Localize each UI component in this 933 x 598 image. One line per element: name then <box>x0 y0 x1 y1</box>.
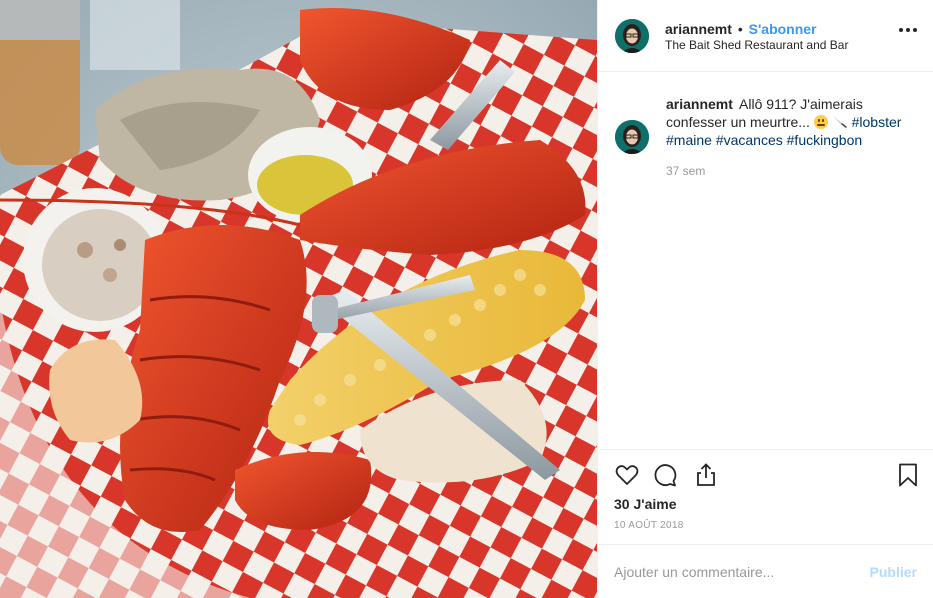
avatar[interactable] <box>615 19 649 53</box>
location-link[interactable]: The Bait Shed Restaurant and Bar <box>665 38 848 53</box>
header-username[interactable]: ariannemt <box>665 21 732 37</box>
kitchen-knife-emoji <box>832 116 847 128</box>
more-horizontal-icon[interactable] <box>899 28 917 34</box>
follow-button[interactable]: S'abonner <box>749 21 817 37</box>
comment-icon[interactable] <box>652 462 678 488</box>
add-comment-section: Publier <box>598 544 933 598</box>
caption-timestamp[interactable]: 37 sem <box>666 164 705 178</box>
post-photo[interactable] <box>0 0 597 598</box>
caption-avatar[interactable] <box>615 120 649 154</box>
caption-username[interactable]: ariannemt <box>666 96 733 112</box>
comment-input[interactable] <box>614 562 854 582</box>
hashtag-fuckingbon[interactable]: #fuckingbon <box>787 132 863 148</box>
like-count[interactable]: 30 J'aime <box>614 496 677 512</box>
lobster-meal-image <box>0 0 597 598</box>
post-header: ariannemt • S'abonner The Bait Shed Rest… <box>598 0 933 72</box>
post-sidebar: ariannemt • S'abonner The Bait Shed Rest… <box>597 0 933 598</box>
share-icon[interactable] <box>693 462 719 488</box>
separator-dot: • <box>737 21 743 37</box>
hashtag-maine[interactable]: #maine <box>666 132 712 148</box>
profile-picture <box>615 19 649 53</box>
hashtag-vacances[interactable]: #vacances <box>716 132 783 148</box>
grimacing-face-emoji <box>813 115 828 129</box>
bookmark-icon[interactable] <box>895 462 921 488</box>
post-date[interactable]: 10 AOÛT 2018 <box>614 520 684 531</box>
heart-icon[interactable] <box>614 462 640 488</box>
caption-text: ariannemt Allô 911? J'aimerais confesser… <box>666 95 921 149</box>
action-bar: 30 J'aime 10 AOÛT 2018 <box>598 449 933 544</box>
publish-button[interactable]: Publier <box>870 564 917 580</box>
hashtag-lobster[interactable]: #lobster <box>852 114 902 130</box>
profile-picture <box>615 120 649 154</box>
